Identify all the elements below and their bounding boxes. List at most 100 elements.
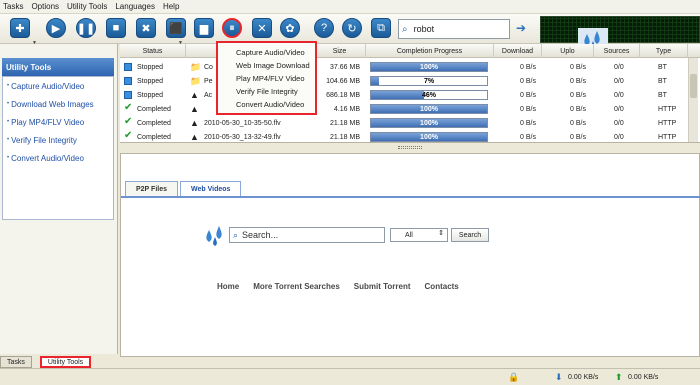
menu-item-capture[interactable]: Capture Audio/Video (218, 46, 315, 59)
update-icon[interactable]: ↻ (342, 18, 362, 38)
splitter[interactable] (120, 143, 700, 153)
progress-bar: 46% (370, 90, 488, 100)
tools-icon[interactable]: ✕ (252, 18, 272, 38)
link-submit-torrent[interactable]: Submit Torrent (354, 282, 411, 291)
list-item-label: Download Web Images (11, 99, 94, 109)
menu-item-play[interactable]: Play MP4/FLV Video (218, 72, 315, 85)
toolbar-search-input[interactable]: ⌕ robot (398, 19, 510, 39)
stop-icon[interactable]: ■ (106, 18, 126, 38)
category-select[interactable]: All ⇕ (390, 228, 448, 242)
list-item-verify[interactable]: • Verify File Integrity (3, 131, 113, 149)
settings-icon[interactable]: ✿ (280, 18, 300, 38)
chevron-down-icon[interactable]: ▼ (178, 40, 183, 46)
help-icon[interactable]: ? (314, 18, 334, 38)
upload-speed: 0.00 KB/s (628, 374, 659, 381)
list-item-label: Capture Audio/Video (11, 81, 85, 91)
column-header-progress[interactable]: Completion Progress (366, 44, 494, 58)
status-cell: Stopped (137, 63, 164, 71)
list-item-convert[interactable]: • Convert Audio/Video (3, 149, 113, 167)
link-more-torrent-searches[interactable]: More Torrent Searches (253, 282, 340, 291)
name-cell: 2010-05-30_13-32-49.flv (204, 133, 281, 141)
sources-cell: 0/0 (614, 133, 624, 141)
about-icon[interactable]: ⧉ (371, 18, 391, 38)
bullet-icon: • (7, 137, 10, 143)
table-row[interactable]: Stopped 📁 Pe 104.66 MB 7% 0 B/s 0 B/s 0/0 BT (120, 74, 688, 88)
table-row[interactable]: Stopped 📁 Co 37.66 MB 100% 0 B/s 0 B/s 0/0 BT (120, 60, 688, 74)
folder-icon[interactable]: ▆ (194, 18, 214, 38)
download-arrow-icon: ⬇ (555, 372, 563, 382)
play-icon[interactable]: ▶ (46, 18, 66, 38)
tab-web-videos[interactable]: Web Videos (180, 181, 242, 197)
pause-icon[interactable]: ❚❚ (76, 18, 96, 38)
upload-cell: 0 B/s (570, 77, 586, 85)
type-cell: HTTP (658, 133, 677, 141)
size-cell: 37.66 MB (330, 63, 360, 71)
list-item-label: Convert Audio/Video (11, 153, 84, 163)
water-drops-logo-icon (206, 226, 222, 246)
link-contacts[interactable]: Contacts (425, 282, 459, 291)
sources-cell: 0/0 (614, 119, 624, 127)
status-cell: Stopped (137, 91, 164, 99)
browser-tabs: P2P Files Web Videos (125, 181, 243, 197)
splitter-grip[interactable] (398, 146, 422, 149)
table-row[interactable]: ✔ Completed ▲ 4.16 MB 100% 0 B/s 0 B/s 0/0 HTTP (120, 102, 688, 116)
tab-utility-tools[interactable]: Utility Tools (39, 356, 92, 368)
progress-bar: 100% (370, 62, 488, 72)
upload-arrow-icon: ⬆ (615, 372, 623, 382)
table-header: Status Size Completion Progress Download… (120, 44, 700, 58)
menu-help[interactable]: Help (163, 2, 179, 11)
column-header-type[interactable]: Type (640, 44, 688, 58)
bottom-tabs: Tasks Utility Tools (0, 354, 118, 368)
column-header-download[interactable]: Download (494, 44, 542, 58)
progress-bar: 100% (370, 104, 488, 114)
new-task-icon[interactable]: ✚ (10, 18, 30, 38)
task-table: Status Size Completion Progress Download… (120, 44, 700, 143)
download-cell: 0 B/s (520, 119, 536, 127)
chevron-down-icon[interactable]: ▼ (32, 40, 37, 46)
menu-languages[interactable]: Languages (115, 2, 155, 11)
utility-tools-dropdown: Capture Audio/Video Web Image Download P… (216, 41, 317, 115)
menu-item-verify[interactable]: Verify File Integrity (218, 85, 315, 98)
tab-tasks[interactable]: Tasks (0, 356, 32, 368)
upload-cell: 0 B/s (570, 119, 586, 127)
sources-cell: 0/0 (614, 77, 624, 85)
menu-options[interactable]: Options (31, 2, 59, 11)
list-item-play[interactable]: • Play MP4/FLV Video (3, 113, 113, 131)
table-scrollbar[interactable] (688, 58, 698, 142)
scrollbar-thumb[interactable] (690, 74, 697, 98)
progress-label: 100% (420, 63, 438, 71)
upload-cell: 0 B/s (570, 63, 586, 71)
progress-label: 100% (420, 105, 438, 113)
menu-utility-tools[interactable]: Utility Tools (67, 2, 107, 11)
folder-icon: 📁 (190, 62, 202, 72)
table-row[interactable]: Stopped ▲ Ac 686.18 MB 46% 0 B/s 0 B/s 0/0 BT (120, 88, 688, 102)
search-button[interactable]: Search (451, 228, 489, 242)
menu-tasks[interactable]: Tasks (3, 2, 23, 11)
menu-item-convert[interactable]: Convert Audio/Video (218, 98, 315, 111)
menu-item-web-image[interactable]: Web Image Download (218, 59, 315, 72)
progress-label: 100% (420, 133, 438, 141)
list-item-capture[interactable]: • Capture Audio/Video (3, 77, 113, 95)
link-home[interactable]: Home (217, 282, 239, 291)
vlc-cone-icon: ▲ (190, 90, 199, 100)
status-bar: 🔒 ⬇ 0.00 KB/s ⬆ 0.00 KB/s (0, 368, 700, 385)
column-header-status[interactable]: Status (120, 44, 186, 58)
type-cell: BT (658, 77, 667, 85)
size-cell: 686.18 MB (326, 91, 360, 99)
column-header-size[interactable]: Size (314, 44, 366, 58)
list-item-download-images[interactable]: • Download Web Images (3, 95, 113, 113)
tab-p2p-files[interactable]: P2P Files (125, 181, 179, 197)
arrow-right-icon[interactable]: ➔ (516, 21, 526, 35)
download-cell: 0 B/s (520, 77, 536, 85)
utility-tools-icon[interactable]: ⏸ (222, 18, 242, 38)
table-row[interactable]: ✔ Completed ▲ 2010-05-30_13-32-49.flv 21.18 … (120, 130, 688, 142)
column-header-upload[interactable]: Uplo (542, 44, 594, 58)
web-search-input[interactable]: ⌕ Search... (229, 227, 385, 243)
download-cell: 0 B/s (520, 105, 536, 113)
open-folder-icon[interactable]: ⬛ (166, 18, 186, 38)
progress-label: 100% (420, 119, 438, 127)
column-header-sources[interactable]: Sources (594, 44, 640, 58)
table-row[interactable]: ✔ Completed ▲ 2010-05-30_10-35-50.flv 21.18 … (120, 116, 688, 130)
bullet-icon: • (7, 155, 10, 161)
delete-icon[interactable]: ✖ (136, 18, 156, 38)
